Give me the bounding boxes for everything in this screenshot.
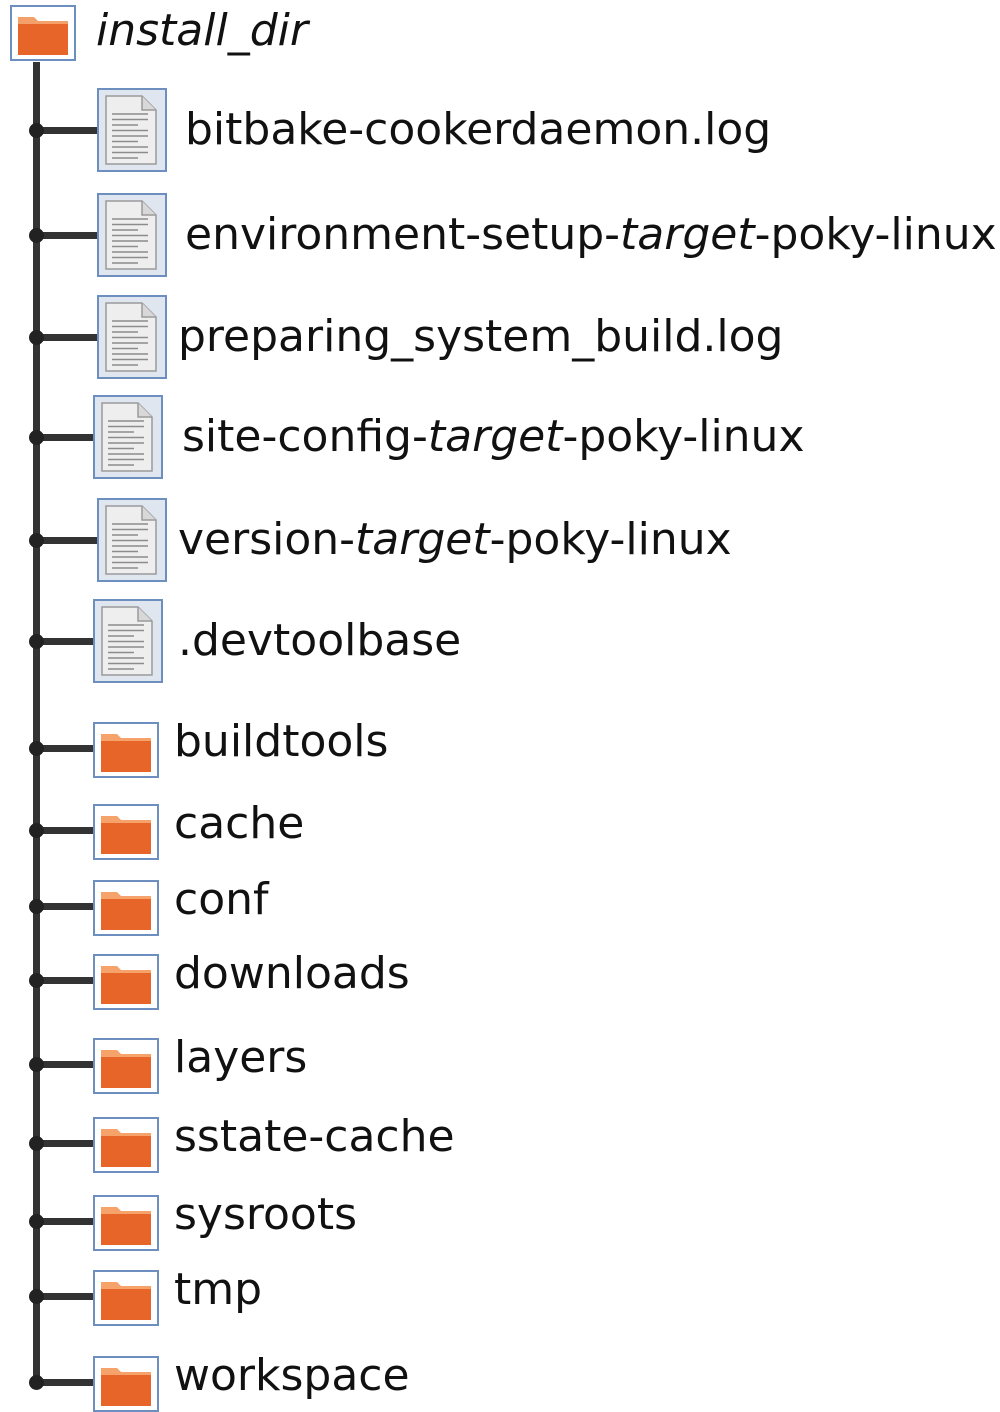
folder-7-connector	[36, 1293, 98, 1300]
filename-text: -poky-linux	[754, 209, 997, 260]
folder-icon	[93, 1356, 159, 1412]
document-icon	[97, 295, 167, 379]
file-5-connector	[36, 638, 98, 645]
placeholder-text: target	[620, 209, 755, 260]
filename-text: version-	[178, 514, 356, 565]
folder-5-connector	[36, 1140, 98, 1147]
folder-4-junction-dot	[29, 1057, 44, 1072]
filename-text: .devtoolbase	[178, 615, 462, 666]
file-4-connector	[36, 537, 98, 544]
folder-8-connector	[36, 1379, 98, 1386]
file-label[interactable]: site-config-target-poky-linux	[182, 412, 804, 462]
folder-icon	[93, 722, 159, 778]
placeholder-text: target	[427, 411, 563, 462]
folder-icon	[93, 880, 159, 936]
folder-1-connector	[36, 827, 98, 834]
folder-label[interactable]: workspace	[174, 1351, 410, 1401]
folder-icon	[93, 1270, 159, 1326]
filename-text: -poky-linux	[489, 514, 732, 565]
folder-label[interactable]: conf	[174, 875, 269, 925]
file-3-connector	[36, 434, 98, 441]
file-label[interactable]: version-target-poky-linux	[178, 515, 732, 565]
file-4-junction-dot	[29, 533, 44, 548]
folder-label[interactable]: sysroots	[174, 1190, 357, 1240]
document-icon	[93, 395, 163, 479]
folder-label[interactable]: sstate-cache	[174, 1112, 455, 1162]
folder-label[interactable]: tmp	[174, 1265, 262, 1315]
folder-2-connector	[36, 903, 98, 910]
root-folder-label[interactable]: install_dir	[96, 6, 308, 56]
folder-label[interactable]: layers	[174, 1033, 307, 1083]
folder-icon	[93, 1117, 159, 1173]
file-label[interactable]: bitbake-cookerdaemon.log	[185, 105, 771, 155]
file-1-junction-dot	[29, 228, 44, 243]
file-0-junction-dot	[29, 123, 44, 138]
filename-text: environment-setup-	[185, 209, 621, 260]
folder-4-connector	[36, 1061, 98, 1068]
file-label[interactable]: environment-setup-target-poky-linux	[185, 210, 997, 260]
folder-label[interactable]: buildtools	[174, 717, 388, 767]
folder-icon	[93, 804, 159, 860]
document-icon	[93, 599, 163, 683]
placeholder-text: target	[355, 514, 490, 565]
folder-8-junction-dot	[29, 1375, 44, 1390]
folder-icon	[93, 954, 159, 1010]
file-label[interactable]: preparing_system_build.log	[178, 312, 783, 362]
filename-text: -poky-linux	[562, 411, 805, 462]
folder-0-junction-dot	[29, 741, 44, 756]
file-2-connector	[36, 334, 98, 341]
folder-6-junction-dot	[29, 1214, 44, 1229]
document-icon	[97, 193, 167, 277]
file-3-junction-dot	[29, 430, 44, 445]
document-icon	[97, 498, 167, 582]
tree-trunk-line	[33, 62, 40, 1385]
folder-6-connector	[36, 1218, 98, 1225]
folder-2-junction-dot	[29, 899, 44, 914]
folder-icon	[93, 1038, 159, 1094]
filename-text: site-config-	[182, 411, 428, 462]
folder-icon	[10, 5, 76, 61]
folder-7-junction-dot	[29, 1289, 44, 1304]
folder-label[interactable]: cache	[174, 799, 304, 849]
folder-1-junction-dot	[29, 823, 44, 838]
folder-3-junction-dot	[29, 973, 44, 988]
file-5-junction-dot	[29, 634, 44, 649]
folder-0-connector	[36, 745, 98, 752]
folder-3-connector	[36, 977, 98, 984]
file-2-junction-dot	[29, 330, 44, 345]
file-0-connector	[36, 127, 98, 134]
filename-text: preparing_system_build.log	[178, 311, 784, 362]
document-icon	[97, 88, 167, 172]
folder-icon	[93, 1195, 159, 1251]
folder-label[interactable]: downloads	[174, 949, 410, 999]
file-label[interactable]: .devtoolbase	[178, 616, 461, 666]
file-1-connector	[36, 232, 98, 239]
filename-text: bitbake-cookerdaemon.log	[185, 104, 772, 155]
folder-5-junction-dot	[29, 1136, 44, 1151]
